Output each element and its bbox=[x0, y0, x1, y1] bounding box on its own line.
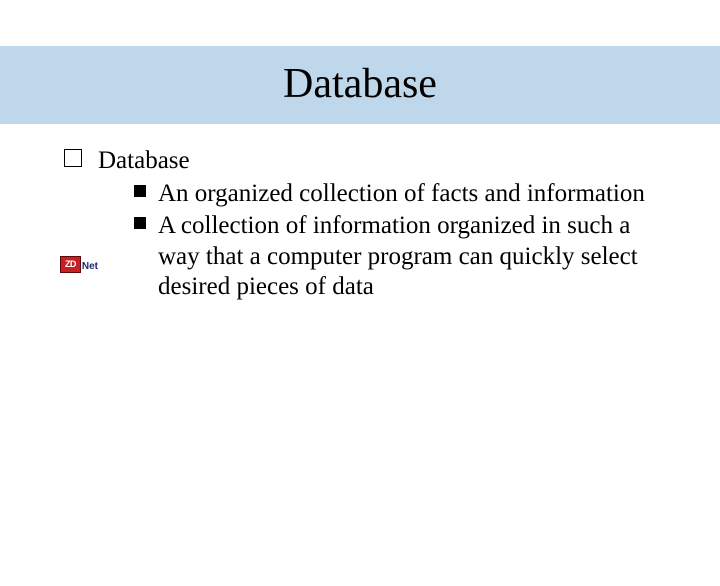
list-item: A collection of information organized in… bbox=[134, 211, 660, 303]
content-area: Database An organized collection of fact… bbox=[0, 124, 720, 303]
list-item-text: An organized collection of facts and inf… bbox=[158, 180, 645, 207]
title-band: Database bbox=[0, 46, 720, 124]
list-item-text: A collection of information organized in… bbox=[158, 212, 638, 300]
square-bullet-icon bbox=[134, 185, 146, 197]
zdnet-badge: ZD Net bbox=[60, 255, 98, 273]
square-outline-bullet-icon bbox=[64, 149, 82, 167]
sub-list: An organized collection of facts and inf… bbox=[98, 179, 660, 303]
slide-title: Database bbox=[283, 61, 437, 107]
list-item: Database An organized collection of fact… bbox=[64, 146, 660, 303]
zdnet-badge-main: ZD bbox=[60, 256, 81, 273]
zdnet-badge-tail: Net bbox=[82, 261, 98, 273]
list-item: An organized collection of facts and inf… bbox=[134, 179, 660, 210]
list-item-label: Database bbox=[98, 147, 190, 174]
square-bullet-icon bbox=[134, 217, 146, 229]
